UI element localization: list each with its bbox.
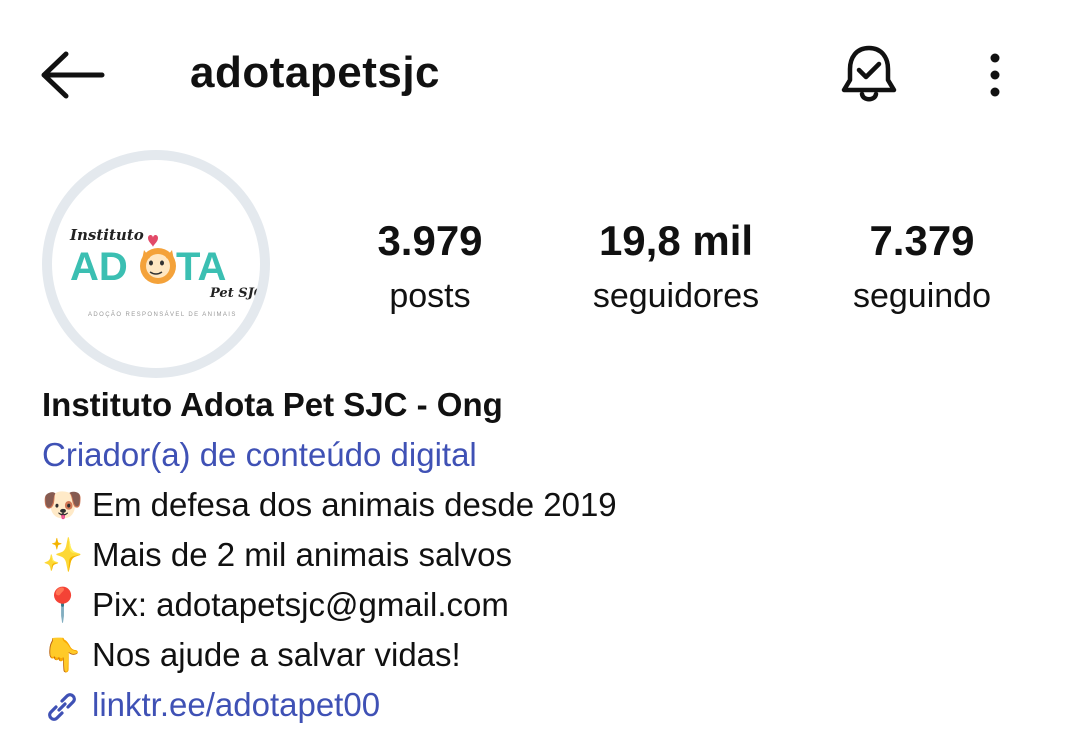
profile-avatar[interactable]: Instituto AD TA Pet SJC ADOÇÃO RESPONSÁV… bbox=[42, 150, 270, 378]
profile-header: adotapetsjc bbox=[0, 0, 1079, 150]
bio-line: 📍 Pix: adotapetsjc@gmail.com bbox=[42, 580, 1042, 630]
notifications-button[interactable] bbox=[838, 42, 900, 106]
profile-link[interactable]: linktr.ee/adotapet00 bbox=[42, 680, 1042, 730]
bell-check-icon bbox=[841, 45, 897, 102]
profile-link-text[interactable]: linktr.ee/adotapet00 bbox=[92, 686, 380, 723]
pin-emoji-icon: 📍 bbox=[42, 586, 84, 623]
link-icon bbox=[48, 693, 76, 722]
svg-text:TA: TA bbox=[176, 245, 226, 289]
svg-text:Instituto: Instituto bbox=[69, 226, 144, 244]
dog-emoji-icon: 🐶 bbox=[42, 486, 84, 523]
following-count[interactable]: 7.379 seguindo bbox=[822, 216, 1022, 318]
profile-display-name: Instituto Adota Pet SJC - Ong bbox=[42, 386, 503, 423]
bio-line-text: Mais de 2 mil animais salvos bbox=[92, 536, 512, 573]
svg-text:Pet SJC: Pet SJC bbox=[209, 286, 260, 301]
bio-line-text: Nos ajude a salvar vidas! bbox=[92, 636, 461, 673]
arrow-left-icon bbox=[41, 51, 105, 99]
posts-label: posts bbox=[389, 277, 471, 315]
following-value: 7.379 bbox=[869, 217, 975, 264]
adota-pet-logo: Instituto AD TA Pet SJC ADOÇÃO RESPONSÁV… bbox=[69, 226, 260, 318]
profile-username: adotapetsjc bbox=[190, 48, 441, 97]
bio-line-text: Em defesa dos animais desde 2019 bbox=[92, 486, 617, 523]
bio-line: 🐶 Em defesa dos animais desde 2019 bbox=[42, 480, 1042, 530]
profile-category[interactable]: Criador(a) de conteúdo digital bbox=[42, 430, 1042, 480]
pointing-down-emoji-icon: 👇 bbox=[42, 636, 84, 673]
bio-line-text: Pix: adotapetsjc@gmail.com bbox=[92, 586, 509, 623]
avatar-image: Instituto AD TA Pet SJC ADOÇÃO RESPONSÁV… bbox=[52, 160, 260, 368]
profile-bio: Instituto Adota Pet SJC - Ong Criador(a)… bbox=[42, 380, 1042, 730]
bio-line: 👇 Nos ajude a salvar vidas! bbox=[42, 630, 1042, 680]
svg-text:ADOÇÃO RESPONSÁVEL DE ANIMAIS: ADOÇÃO RESPONSÁVEL DE ANIMAIS bbox=[88, 311, 237, 318]
svg-text:AD: AD bbox=[70, 245, 128, 289]
more-vertical-icon bbox=[990, 53, 1000, 97]
followers-value: 19,8 mil bbox=[598, 217, 754, 264]
followers-count[interactable]: 19,8 mil seguidores bbox=[566, 216, 786, 318]
back-button[interactable] bbox=[40, 50, 106, 100]
more-options-button[interactable] bbox=[978, 52, 1012, 98]
followers-label: seguidores bbox=[592, 277, 760, 315]
posts-count[interactable]: 3.979 posts bbox=[330, 216, 530, 318]
posts-value: 3.979 bbox=[377, 217, 483, 264]
sparkles-emoji-icon: ✨ bbox=[42, 536, 84, 573]
following-label: seguindo bbox=[852, 277, 991, 315]
bio-line: ✨ Mais de 2 mil animais salvos bbox=[42, 530, 1042, 580]
